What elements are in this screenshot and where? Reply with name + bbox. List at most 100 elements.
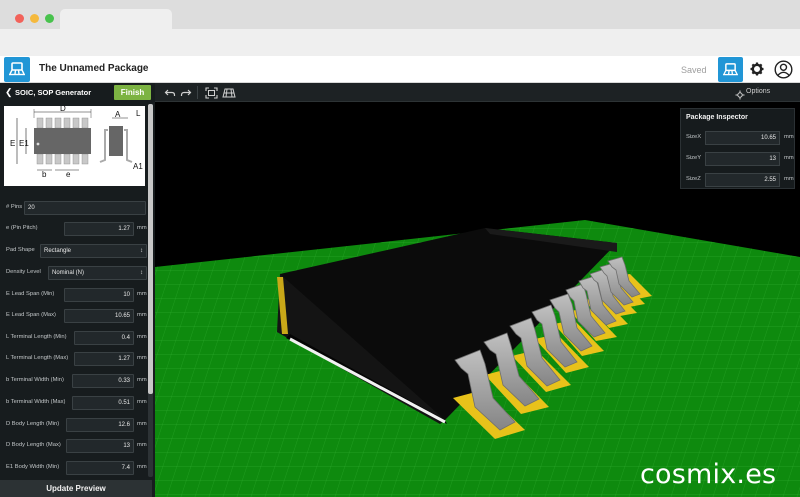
inspector-unit: mm [784, 134, 794, 140]
density-level-value: Nominal (N) [52, 270, 85, 276]
options-button[interactable]: Options [746, 88, 770, 95]
inspector-unit: mm [784, 176, 794, 182]
inspector-row-sizez: SizeZ 2.55 mm [681, 171, 796, 190]
diagram-label-d: D [60, 106, 66, 113]
field-label: b Terminal Width (Min) [6, 377, 64, 383]
user-icon[interactable] [774, 60, 793, 84]
sizez-value: 2.55 [705, 173, 780, 187]
field-label: E Lead Span (Max) [6, 312, 56, 318]
select-arrow-icon: ↕ [140, 248, 143, 254]
diagram-label-e1: E1 [19, 139, 29, 148]
diagram-label-b: b [42, 170, 47, 179]
maximize-window-dot[interactable] [45, 14, 54, 23]
viewport-toolbar: Options [155, 83, 800, 102]
lead-span-max-input[interactable]: 10.65 [64, 309, 134, 323]
body-length-max-input[interactable]: 13 [66, 439, 134, 453]
field-row-density: Density Level Nominal (N) ↕ [0, 264, 148, 283]
field-label: D Body Length (Max) [6, 442, 61, 448]
field-unit: mm [137, 355, 147, 361]
select-arrow-icon: ↕ [140, 270, 143, 276]
package-icon[interactable] [4, 57, 30, 82]
field-label: Pad Shape [6, 247, 35, 253]
back-chevron-icon[interactable]: ❮ [5, 87, 13, 98]
terminal-width-min-input[interactable]: 0.33 [72, 374, 134, 388]
field-row-body-width-min: E1 Body Width (Min) 7.4 mm [0, 459, 148, 478]
field-unit: mm [137, 442, 147, 448]
browser-address-area [0, 29, 800, 56]
close-window-dot[interactable] [15, 14, 24, 23]
minimize-window-dot[interactable] [30, 14, 39, 23]
package-inspector: Package Inspector SizeX 10.65 mm SizeY 1… [680, 108, 795, 189]
lead-span-min-input[interactable]: 10 [64, 288, 134, 302]
field-unit: mm [137, 399, 147, 405]
field-row-pad-shape: Pad Shape Rectangle ↕ [0, 242, 148, 261]
save-status: Saved [681, 65, 707, 75]
generator-panel: ❮ SOIC, SOP Generator Finish D E E1 b e … [0, 83, 155, 497]
field-label: L Terminal Length (Min) [6, 334, 67, 340]
diagram-label-a1: A1 [133, 162, 143, 171]
inspector-unit: mm [784, 155, 794, 161]
panel-header: ❮ SOIC, SOP Generator Finish [0, 83, 155, 102]
inspector-title: Package Inspector [686, 114, 748, 121]
finish-button[interactable]: Finish [114, 85, 151, 100]
pin-pitch-input[interactable]: 1.27 [64, 222, 134, 236]
terminal-width-max-input[interactable]: 0.51 [72, 396, 134, 410]
inspector-row-sizey: SizeY 13 mm [681, 150, 796, 169]
field-label: e (Pin Pitch) [6, 225, 38, 231]
field-row-pin-pitch: e (Pin Pitch) 1.27 mm [0, 220, 148, 239]
field-label: E1 Body Width (Min) [6, 464, 60, 470]
diagram-label-pitch: e [66, 170, 71, 179]
sizex-value: 10.65 [705, 131, 780, 145]
diagram-label-e: E [10, 139, 15, 148]
terminal-length-min-input[interactable]: 0.4 [74, 331, 134, 345]
field-row-terminal-width-max: b Terminal Width (Max) 0.51 mm [0, 394, 148, 413]
body-length-min-input[interactable]: 12.6 [66, 418, 134, 432]
package-view-icon[interactable] [718, 57, 743, 82]
field-unit: mm [137, 312, 147, 318]
field-unit: mm [137, 291, 147, 297]
watermark: cosmix.es [640, 459, 777, 490]
panel-title: SOIC, SOP Generator [15, 88, 92, 97]
field-unit: mm [137, 334, 147, 340]
density-level-select[interactable]: Nominal (N) ↕ [48, 266, 147, 280]
field-row-terminal-length-min: L Terminal Length (Min) 0.4 mm [0, 329, 148, 348]
package-dimension-diagram: D E E1 b e A L A1 [4, 104, 145, 186]
toolbar-divider [197, 86, 198, 99]
browser-tab[interactable] [60, 9, 172, 29]
diagram-label-a: A [115, 110, 121, 119]
field-unit: mm [137, 464, 147, 470]
body-width-min-input[interactable]: 7.4 [66, 461, 134, 475]
field-unit: mm [137, 225, 147, 231]
field-label: # Pins [6, 204, 23, 210]
scrollbar-thumb[interactable] [148, 104, 153, 394]
field-label: L Terminal Length (Max) [6, 355, 69, 361]
terminal-length-max-input[interactable]: 1.27 [74, 352, 134, 366]
browser-chrome [0, 0, 800, 56]
pad-shape-select[interactable]: Rectangle ↕ [40, 244, 147, 258]
field-label: Density Level [6, 269, 41, 275]
gear-icon[interactable] [749, 61, 765, 82]
field-row-lead-span-max: E Lead Span (Max) 10.65 mm [0, 307, 148, 326]
field-row-pins: # Pins 20 [0, 199, 148, 218]
field-label: D Body Length (Min) [6, 421, 60, 427]
pins-input[interactable]: 20 [24, 201, 146, 215]
pad-shape-value: Rectangle [44, 248, 72, 254]
app-header: The Unnamed Package Saved [0, 56, 800, 83]
field-row-body-length-min: D Body Length (Min) 12.6 mm [0, 416, 148, 435]
field-label: E Lead Span (Min) [6, 291, 55, 297]
field-label: b Terminal Width (Max) [6, 399, 66, 405]
field-row-terminal-length-max: L Terminal Length (Max) 1.27 mm [0, 350, 148, 369]
field-unit: mm [137, 421, 147, 427]
field-row-body-length-max: D Body Length (Max) 13 mm [0, 437, 148, 456]
package-title[interactable]: The Unnamed Package [39, 63, 148, 74]
field-row-terminal-width-min: b Terminal Width (Min) 0.33 mm [0, 372, 148, 391]
update-preview-button[interactable]: Update Preview [0, 480, 152, 497]
inspector-row-sizex: SizeX 10.65 mm [681, 129, 796, 148]
field-row-lead-span-min: E Lead Span (Min) 10 mm [0, 286, 148, 305]
panel-scrollbar[interactable] [148, 104, 153, 477]
diagram-label-l: L [136, 109, 141, 118]
field-unit: mm [137, 377, 147, 383]
sizey-value: 13 [705, 152, 780, 166]
inspector-label: SizeZ [686, 176, 701, 182]
inspector-label: SizeX [686, 134, 702, 140]
